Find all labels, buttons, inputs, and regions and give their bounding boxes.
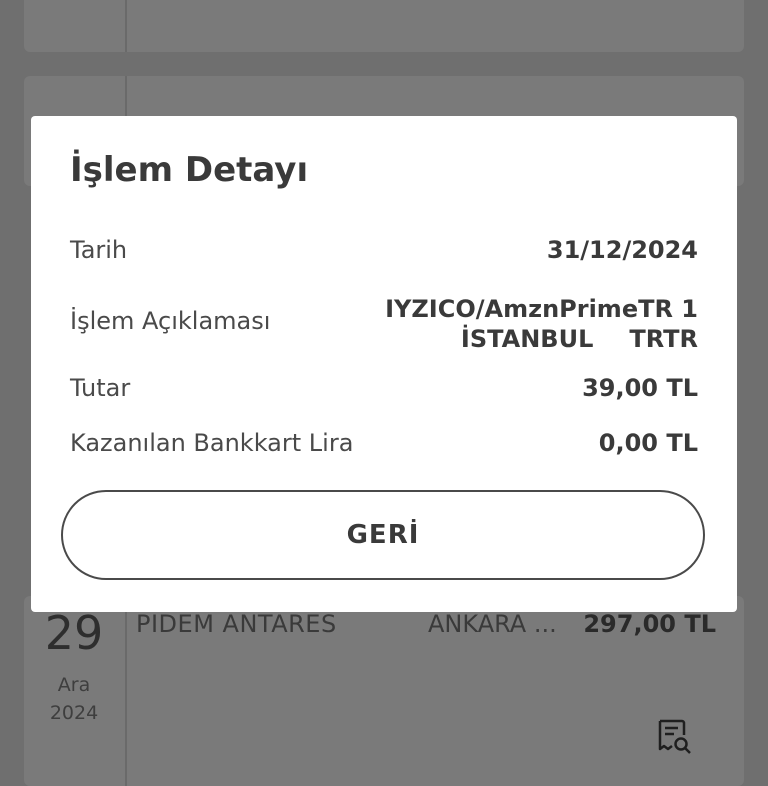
description-value: IYZICO/AmznPrimeTR 1 İSTANBUL TRTR: [385, 294, 698, 354]
date-value: 31/12/2024: [546, 236, 698, 264]
transaction-card[interactable]: [24, 0, 744, 52]
earned-points-value: 0,00 TL: [598, 429, 698, 457]
amount-value: 39,00 TL: [582, 374, 698, 402]
description-city: İSTANBUL: [460, 325, 594, 353]
card-divider: [125, 0, 127, 52]
back-button[interactable]: GERİ: [61, 490, 705, 580]
date-label: Tarih: [70, 236, 128, 264]
description-label: İşlem Açıklaması: [70, 307, 271, 335]
description-line-1: IYZICO/AmznPrimeTR 1: [385, 295, 698, 323]
transaction-amount: 297,00 TL: [583, 610, 716, 638]
transaction-detail-dialog: İşlem Detayı Tarih 31/12/2024 İşlem Açık…: [31, 116, 737, 612]
description-line-2: İSTANBUL TRTR: [385, 324, 698, 354]
transaction-merchant: PIDEM ANTARES: [136, 610, 337, 638]
transaction-card[interactable]: 29 Ara 2024 PIDEM ANTARES ANKARA ... 297…: [24, 596, 744, 786]
description-country: TRTR: [629, 325, 698, 353]
receipt-search-icon[interactable]: [656, 0, 692, 4]
transaction-year: 2024: [49, 702, 99, 724]
transaction-day: 29: [44, 606, 104, 660]
earned-points-label: Kazanılan Bankkart Lira: [70, 429, 354, 457]
receipt-search-icon[interactable]: [656, 718, 692, 756]
transaction-month: Ara: [57, 674, 91, 696]
amount-label: Tutar: [70, 374, 131, 402]
transaction-city: ANKARA ...: [428, 610, 557, 638]
card-divider: [125, 596, 127, 786]
dialog-title: İşlem Detayı: [70, 150, 309, 190]
